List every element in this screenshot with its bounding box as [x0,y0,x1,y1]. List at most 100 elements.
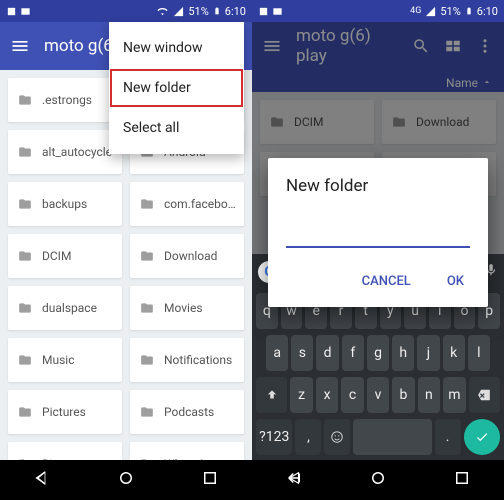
folder-item[interactable]: DCIM [260,100,374,144]
nav-back-icon[interactable] [33,469,51,491]
key-n[interactable]: n [418,377,440,413]
folder-item[interactable]: Movies [130,286,244,330]
nav-bar [252,460,504,500]
folder-label: Podcasts [164,405,214,419]
app-bar: moto g(6) play [252,22,504,70]
folder-label: DCIM [294,115,323,129]
signal-icon [425,6,436,17]
battery-percent: 51% [188,5,208,18]
folder-item[interactable]: Music [8,338,122,382]
key-z[interactable]: z [290,377,312,413]
new-folder-dialog: New folder CANCEL OK [268,158,488,307]
key-c[interactable]: c [341,377,363,413]
lte-icon: 4G [410,6,421,16]
nav-home-icon[interactable] [117,469,135,491]
key-x[interactable]: x [316,377,338,413]
view-grid-icon[interactable] [444,37,462,55]
comma-key[interactable]: , [295,419,321,455]
folder-label: Download [416,115,469,129]
nav-recent-icon[interactable] [453,469,471,491]
folder-label: dualspace [42,301,97,315]
app-title: moto g(6) play [296,26,384,66]
folder-label: Music [42,353,74,367]
key-l[interactable]: l [468,335,490,371]
folder-label: WhatsApp [164,457,219,460]
clock: 6:10 [477,5,498,18]
folder-item[interactable]: dualspace [8,286,122,330]
folder-item[interactable]: Pictures [8,390,122,434]
folder-item[interactable]: Download [382,100,496,144]
symbols-key[interactable]: ?123 [256,419,292,455]
shift-key[interactable] [256,377,287,413]
folder-label: Pictures [42,405,86,419]
key-m[interactable]: m [443,377,465,413]
menu-new-window[interactable]: New window [109,28,244,68]
key-v[interactable]: v [367,377,389,413]
search-icon[interactable] [412,37,430,55]
sort-label: Name [446,76,478,90]
folder-label: Ringtones [42,457,96,460]
key-j[interactable]: j [417,335,439,371]
menu-select-all[interactable]: Select all [109,108,244,148]
notification-icon [258,6,269,17]
key-a[interactable]: a [266,335,288,371]
dialog-title: New folder [286,176,470,196]
folder-item[interactable]: com.facebo… [130,182,244,226]
nav-bar [0,460,252,500]
hamburger-icon[interactable] [262,36,282,56]
folder-item[interactable]: backups [8,182,122,226]
notification-icon [6,6,17,17]
folder-label: com.facebo… [164,197,236,211]
folder-name-input[interactable] [286,224,470,248]
key-d[interactable]: d [316,335,338,371]
folder-label: backups [42,197,87,211]
folder-label: alt_autocycle [42,145,112,159]
gallery-icon [20,6,31,17]
folder-label: Notifications [164,353,232,367]
nav-back-icon[interactable] [285,469,303,491]
gallery-icon [272,6,283,17]
overflow-icon[interactable] [476,37,494,55]
key-g[interactable]: g [367,335,389,371]
period-key[interactable]: . [435,419,461,455]
key-b[interactable]: b [392,377,414,413]
folder-item[interactable]: Notifications [130,338,244,382]
key-f[interactable]: f [342,335,364,371]
key-k[interactable]: k [443,335,465,371]
space-key[interactable] [353,419,431,455]
battery-icon [465,5,473,17]
folder-label: DCIM [42,249,71,263]
folder-item[interactable]: Ringtones [8,442,122,460]
folder-item[interactable]: .estrongs [8,78,122,122]
clock: 6:10 [225,5,246,18]
folder-label: Movies [164,301,203,315]
sort-header[interactable]: Name [252,70,504,92]
sort-arrow-icon [482,76,492,90]
enter-key[interactable] [464,419,500,455]
status-bar: 51% 6:10 [0,0,252,22]
folder-item[interactable]: Download [130,234,244,278]
hamburger-icon[interactable] [10,36,30,56]
phone-left: 51% 6:10 moto g(6) .estrongsAlarmsalt_au… [0,0,252,500]
ok-button[interactable]: OK [441,266,470,297]
status-bar: 4G 51% 6:10 [252,0,504,22]
cancel-button[interactable]: CANCEL [356,266,417,297]
folder-label: Download [164,249,217,263]
nav-recent-icon[interactable] [201,469,219,491]
key-h[interactable]: h [392,335,414,371]
folder-item[interactable]: alt_autocycle [8,130,122,174]
folder-item[interactable]: WhatsApp [130,442,244,460]
backspace-key[interactable] [469,377,500,413]
overflow-menu: New window New folder Select all [109,22,244,154]
menu-new-folder[interactable]: New folder [109,68,244,108]
nav-home-icon[interactable] [369,469,387,491]
folder-item[interactable]: DCIM [8,234,122,278]
emoji-key[interactable] [324,419,350,455]
phone-right: 4G 51% 6:10 moto g(6) play Name DCIM Down… [252,0,504,500]
battery-icon [213,5,221,17]
wifi-icon [156,6,169,17]
key-s[interactable]: s [291,335,313,371]
battery-percent: 51% [440,5,460,18]
folder-item[interactable]: Podcasts [130,390,244,434]
app-title: moto g(6) [44,36,119,56]
